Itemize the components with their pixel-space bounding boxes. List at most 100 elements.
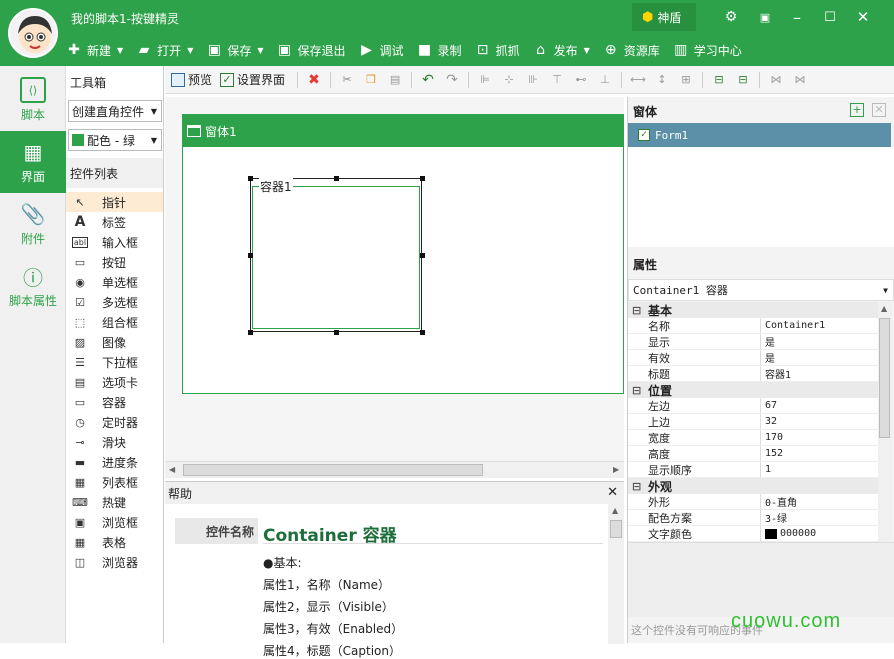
- resize-handle[interactable]: [248, 176, 253, 181]
- vertical-spacing-icon[interactable]: ⋈: [793, 73, 807, 87]
- property-row[interactable]: 文字颜色 000000: [628, 526, 878, 542]
- shield-button[interactable]: ⬢ 神盾: [632, 3, 696, 31]
- resize-handle[interactable]: [248, 253, 253, 258]
- control-item[interactable]: ☑ 多选框: [66, 292, 163, 312]
- property-value[interactable]: 是: [761, 350, 775, 365]
- resize-handle[interactable]: [420, 330, 425, 335]
- close-icon[interactable]: ✕: [607, 485, 618, 500]
- property-group-header[interactable]: ⊟ 外观: [628, 478, 878, 494]
- control-item[interactable]: ▬ 进度条: [66, 452, 163, 472]
- collapse-icon[interactable]: ⊟: [632, 304, 644, 317]
- form-list-item[interactable]: ✓ Form1: [628, 123, 891, 147]
- scroll-right-icon[interactable]: ▶: [613, 465, 619, 474]
- control-item[interactable]: ▭ 容器: [66, 392, 163, 412]
- property-row[interactable]: 名称 Container1: [628, 318, 878, 334]
- property-row[interactable]: 上边 32: [628, 414, 878, 430]
- scrollbar-thumb[interactable]: [610, 520, 622, 538]
- control-item[interactable]: ↖ 指针: [66, 192, 163, 212]
- property-value[interactable]: 是: [761, 334, 775, 349]
- property-value[interactable]: 32: [761, 414, 777, 429]
- resize-handle[interactable]: [420, 176, 425, 181]
- align-middle-icon[interactable]: ⊷: [574, 73, 588, 87]
- control-item[interactable]: ⊸ 滑块: [66, 432, 163, 452]
- control-item[interactable]: ◉ 单选框: [66, 272, 163, 292]
- control-item[interactable]: ☰ 下拉框: [66, 352, 163, 372]
- cut-icon[interactable]: ✂: [340, 73, 354, 87]
- control-item[interactable]: ▣ 浏览框: [66, 512, 163, 532]
- chevron-down-icon[interactable]: ▼: [187, 46, 193, 55]
- property-group-header[interactable]: ⊟ 位置: [628, 382, 878, 398]
- property-row[interactable]: 宽度 170: [628, 430, 878, 446]
- chevron-down-icon[interactable]: ▼: [257, 46, 263, 55]
- add-form-icon[interactable]: +: [850, 103, 864, 117]
- resize-handle[interactable]: [334, 176, 339, 181]
- control-item[interactable]: ▤ 选项卡: [66, 372, 163, 392]
- same-height-icon[interactable]: ↕: [655, 73, 669, 87]
- scroll-up-icon[interactable]: ▲: [612, 506, 618, 515]
- control-item[interactable]: ▦ 列表框: [66, 472, 163, 492]
- undo-icon[interactable]: ↶: [421, 72, 435, 88]
- help-vertical-scrollbar[interactable]: ▲: [608, 504, 624, 644]
- property-vertical-scrollbar[interactable]: ▲: [878, 302, 892, 542]
- property-row[interactable]: 左边 67: [628, 398, 878, 414]
- control-item[interactable]: ◫ 浏览器: [66, 552, 163, 572]
- delete-icon[interactable]: ✖: [307, 72, 321, 88]
- delete-form-icon[interactable]: ✕: [872, 103, 886, 117]
- settings-button[interactable]: ✓ 设置界面: [220, 71, 285, 88]
- property-value[interactable]: 1: [761, 462, 771, 477]
- rail-item-info[interactable]: ⓘ 脚本属性: [0, 255, 66, 317]
- toolbar-resource-library-button[interactable]: ⊕ 资源库: [603, 42, 660, 59]
- property-row[interactable]: 显示是: [628, 334, 878, 350]
- align-center-icon[interactable]: ⊹: [502, 73, 516, 87]
- toolbar-save-exit-button[interactable]: ▣ 保存退出: [277, 42, 346, 59]
- toolbar-save-button[interactable]: ▣ 保存 ▼: [206, 42, 264, 59]
- align-top-icon[interactable]: ⊤: [550, 73, 564, 87]
- align-left-icon[interactable]: ⊫: [478, 73, 492, 87]
- resize-handle[interactable]: [420, 253, 425, 258]
- property-value[interactable]: 152: [761, 446, 783, 461]
- toolbar-plus-button[interactable]: ✚ 新建 ▼: [66, 42, 123, 59]
- center-vertical-icon[interactable]: ⊟: [736, 73, 750, 87]
- align-bottom-icon[interactable]: ⊥: [598, 73, 612, 87]
- user-avatar[interactable]: [8, 8, 58, 58]
- rail-item-attachment[interactable]: 📎 附件: [0, 193, 66, 255]
- toolbar-learning-center-button[interactable]: ▥ 学习中心: [673, 42, 742, 59]
- container-control[interactable]: 容器1: [248, 176, 425, 335]
- collapse-icon[interactable]: ⊟: [632, 384, 644, 397]
- canvas-horizontal-scrollbar[interactable]: ◀ ▶: [165, 461, 624, 478]
- maximize-icon[interactable]: ☐: [815, 4, 845, 30]
- property-value[interactable]: 67: [761, 398, 777, 413]
- property-row[interactable]: 有效是: [628, 350, 878, 366]
- control-item[interactable]: A 标签: [66, 212, 163, 232]
- resize-handle[interactable]: [248, 330, 253, 335]
- control-item[interactable]: ▭ 按钮: [66, 252, 163, 272]
- chevron-down-icon[interactable]: ▼: [117, 46, 123, 55]
- close-icon[interactable]: ✕: [848, 4, 878, 30]
- gear-icon[interactable]: ⚙: [716, 4, 746, 30]
- toolbar-grab-button[interactable]: ⊡ 抓抓: [475, 42, 520, 59]
- property-row[interactable]: 标题 容器1: [628, 366, 878, 382]
- toolbar-folder-open-button[interactable]: ▰ 打开 ▼: [136, 42, 194, 59]
- rail-item-interface[interactable]: ▦ 界面: [0, 131, 66, 193]
- preview-button[interactable]: 预览: [171, 71, 212, 88]
- color-scheme-combo[interactable]: 配色 - 绿 ▼: [68, 129, 162, 151]
- resize-handle[interactable]: [334, 330, 339, 335]
- redo-icon[interactable]: ↷: [445, 72, 459, 88]
- scrollbar-thumb[interactable]: [879, 318, 890, 438]
- scroll-up-icon[interactable]: ▲: [881, 304, 887, 313]
- horizontal-spacing-icon[interactable]: ⋈: [769, 73, 783, 87]
- property-value[interactable]: 000000: [761, 526, 816, 541]
- property-row[interactable]: 高度 152: [628, 446, 878, 462]
- property-value[interactable]: Container1: [761, 318, 825, 333]
- paste-icon[interactable]: ▤: [388, 73, 402, 87]
- property-row[interactable]: 显示顺序 1: [628, 462, 878, 478]
- control-item[interactable]: ▦ 表格: [66, 532, 163, 552]
- toolbar-debug-play-button[interactable]: ▶ 调试: [359, 42, 403, 59]
- copy-icon[interactable]: ❐: [364, 73, 378, 87]
- minimize-icon[interactable]: –: [782, 4, 812, 30]
- property-row[interactable]: 配色方案 3-绿: [628, 510, 878, 526]
- scrollbar-thumb[interactable]: [183, 464, 483, 476]
- toolbar-record-camera-button[interactable]: ■ 录制: [417, 42, 462, 59]
- control-item[interactable]: ⬚ 组合框: [66, 312, 163, 332]
- rail-item-script[interactable]: ⟨⟩ 脚本: [0, 69, 66, 131]
